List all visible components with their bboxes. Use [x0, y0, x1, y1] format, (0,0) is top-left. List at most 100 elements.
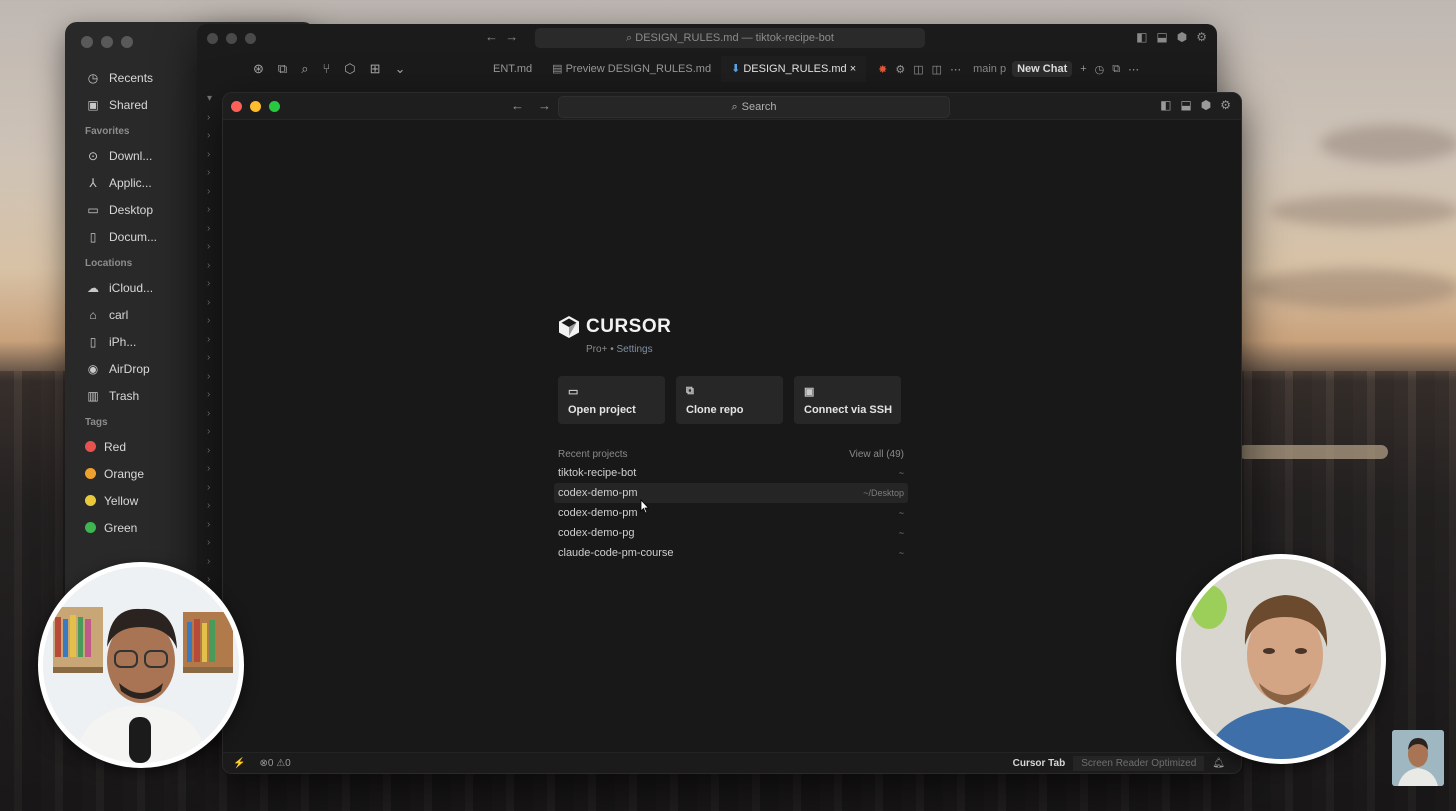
close-icon[interactable]: ×	[850, 63, 856, 75]
project-path: ~	[898, 508, 904, 518]
panel-toggle-icon[interactable]: ⬓	[1156, 30, 1167, 44]
sidebar-item-label: Recents	[109, 70, 154, 85]
cursor-cube-icon	[559, 316, 579, 338]
window-controls[interactable]	[207, 33, 256, 44]
close-window-button[interactable]	[231, 101, 242, 112]
list-item[interactable]: codex-demo-pm ~/Desktop	[554, 483, 908, 503]
recent-projects-label: Recent projects	[558, 449, 628, 460]
tag-dot-icon	[85, 495, 96, 506]
clone-icon: ⧉	[686, 385, 694, 397]
sidebar-toggle-icon[interactable]: ◧	[1136, 30, 1147, 44]
split-icon[interactable]: ◫	[913, 63, 923, 76]
project-name: codex-demo-pm	[558, 487, 638, 499]
copy-icon[interactable]: ⧉	[278, 61, 287, 77]
status-bar: ⚡ ⊗0 ⚠0 Cursor Tab Screen Reader Optimiz…	[223, 752, 1241, 773]
bell-icon[interactable]: 🔔︎	[1212, 758, 1225, 769]
tab-preview-design-rules[interactable]: ▤ Preview DESIGN_RULES.md	[542, 56, 721, 82]
connect-ssh-button[interactable]: ▣ Connect via SSH	[794, 376, 901, 424]
bug-icon[interactable]: ✸	[878, 63, 887, 76]
tab-agent-md[interactable]: ENT.md	[483, 56, 542, 82]
sidebar-toggle-icon[interactable]: ◧	[1160, 98, 1171, 112]
search-icon: ⌕	[731, 100, 738, 113]
search-icon[interactable]: ⌕	[301, 61, 308, 77]
cursor-welcome-window: ← → ⌕ Search ◧ ⬓ ⬢ ⚙ CURSOR Pro+ • Setti…	[222, 92, 1242, 774]
window-title: DESIGN_RULES.md — tiktok-recipe-bot	[635, 32, 834, 44]
grid-icon[interactable]: ⊞	[370, 61, 381, 77]
plan-label: Pro+	[586, 344, 608, 355]
cube-icon[interactable]: ⬢	[1201, 98, 1211, 112]
zoom-window-button[interactable]	[269, 101, 280, 112]
tab-design-rules[interactable]: ⬇ DESIGN_RULES.md ×	[721, 56, 867, 82]
screen-reader-status[interactable]: Screen Reader Optimized	[1073, 755, 1205, 771]
copy-icon[interactable]: ⧉	[1112, 63, 1120, 76]
problems-indicator[interactable]: ⊗0 ⚠0	[259, 758, 290, 769]
sidebar-item-label: iCloud...	[109, 280, 154, 295]
window-title-search[interactable]: ⌕ DESIGN_RULES.md — tiktok-recipe-bot	[535, 28, 925, 48]
error-count: 0	[267, 757, 274, 769]
trash-icon: ▥	[87, 388, 99, 403]
back-arrow-icon[interactable]: ←	[511, 98, 524, 113]
mouse-pointer-icon	[640, 499, 650, 514]
sidebar-item-label: AirDrop	[109, 361, 150, 376]
finder-window-controls[interactable]	[81, 36, 133, 48]
gear-icon[interactable]: ⚙	[1196, 30, 1207, 44]
button-label: Connect via SSH	[804, 404, 893, 416]
shared-folder-icon: ▣	[87, 97, 99, 112]
sidebar-item-label: Yellow	[104, 493, 139, 508]
cloud	[1270, 195, 1456, 227]
project-name: codex-demo-pg	[558, 527, 635, 539]
layout-toggles[interactable]: ◧ ⬓ ⬢ ⚙	[1136, 30, 1207, 44]
gear-icon[interactable]: ⚙	[1220, 98, 1231, 112]
project-path: ~/Desktop	[863, 488, 904, 498]
cube-icon[interactable]: ⬢	[1177, 30, 1187, 44]
plan-line: Pro+ • Settings	[586, 344, 653, 355]
cloud	[1250, 268, 1456, 308]
project-path: ~	[898, 468, 904, 478]
warning-icon: ⚠	[276, 757, 286, 769]
list-item[interactable]: codex-demo-pm ~	[554, 503, 908, 523]
quick-actions: ▭ Open project ⧉ Clone repo ▣ Connect vi…	[558, 376, 901, 424]
panel-toggle-icon[interactable]: ⬓	[1180, 98, 1191, 112]
open-project-button[interactable]: ▭ Open project	[558, 376, 665, 424]
settings-link[interactable]: Settings	[616, 344, 652, 355]
more-icon[interactable]: ⋯	[950, 63, 961, 76]
extensions-icon[interactable]: ⬡	[344, 61, 355, 77]
project-path: ~	[898, 548, 904, 558]
activity-icons: ⊛ ⧉ ⌕ ⑂ ⬡ ⊞ ⌄	[197, 61, 483, 77]
list-item[interactable]: codex-demo-pg ~	[554, 523, 908, 543]
sidebar-item-label: carl	[109, 307, 129, 322]
sidebar-item-label: Green	[104, 520, 138, 535]
webcam-overlay-right	[1176, 554, 1386, 764]
sidebar-item-label: Trash	[109, 388, 140, 403]
forward-arrow-icon[interactable]: →	[538, 98, 551, 113]
source-control-icon[interactable]: ⑂	[322, 61, 330, 77]
new-chat-button[interactable]: New Chat	[1012, 61, 1073, 77]
cursor-tab-status[interactable]: Cursor Tab	[1013, 758, 1066, 769]
project-name: claude-code-pm-course	[558, 547, 674, 559]
chevron-down-icon[interactable]: ⌄	[395, 61, 406, 77]
webcam-overlay-left	[38, 562, 244, 768]
layout-icon[interactable]: ◫	[932, 63, 942, 76]
agents-icon[interactable]: ⊛	[253, 61, 264, 77]
layout-toggles: ◧ ⬓ ⬢ ⚙	[1160, 98, 1231, 112]
sidebar-item-label: Docum...	[109, 229, 158, 244]
sync-icon[interactable]: ⚡	[233, 758, 245, 769]
home-icon: ⌂	[89, 307, 97, 322]
separator-dot: •	[610, 344, 614, 355]
error-icon: ⊗	[259, 757, 268, 769]
view-all-link[interactable]: View all (49)	[849, 449, 904, 460]
list-item[interactable]: tiktok-recipe-bot ~	[554, 463, 908, 483]
minimize-window-button[interactable]	[250, 101, 261, 112]
search-input[interactable]: ⌕ Search	[558, 96, 950, 118]
more-icon[interactable]: ⋯	[1128, 63, 1139, 76]
settings-icon[interactable]: ⚙	[895, 63, 905, 76]
branch-label: main p	[973, 63, 1007, 75]
add-icon[interactable]: +	[1080, 63, 1086, 75]
window-controls[interactable]	[231, 101, 280, 112]
list-item[interactable]: claude-code-pm-course ~	[554, 543, 908, 563]
document-icon: ▯	[89, 229, 97, 244]
history-icon[interactable]: ◷	[1095, 63, 1105, 76]
clone-repo-button[interactable]: ⧉ Clone repo	[676, 376, 783, 424]
nav-arrows[interactable]: ← →	[485, 29, 518, 44]
phone-icon: ▯	[89, 334, 97, 349]
